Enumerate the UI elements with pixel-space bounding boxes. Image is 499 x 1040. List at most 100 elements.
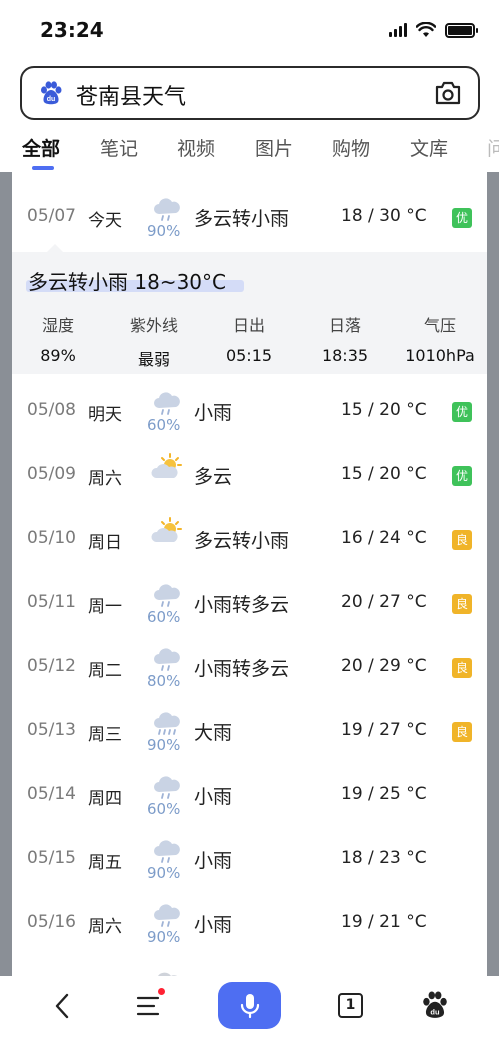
cloud-rain-icon [150, 580, 184, 610]
detail-label: 日落 [328, 316, 361, 335]
detail-sunset: 日落 18:35 [300, 312, 390, 365]
precip-chance: 90% [147, 222, 181, 240]
forecast-row[interactable]: 05/08 明天 60% 小雨 15 / 20 °C 优 [12, 374, 487, 438]
forecast-row[interactable]: 05/11 周一 60% 小雨转多云 20 / 27 °C 良 [12, 566, 487, 630]
forecast-date: 05/10 [27, 528, 76, 548]
forecast-condition: 多云转小雨 [194, 208, 290, 230]
tab-notes[interactable]: 笔记 [100, 134, 138, 161]
forecast-temp: 18 / 23 °C [341, 848, 427, 868]
forecast-condition: 多云 [194, 466, 233, 488]
chevron-left-icon[interactable] [52, 992, 72, 1020]
page-gutter-left [0, 172, 12, 976]
detail-value: 1010hPa [405, 346, 475, 365]
weather-card: 05/07 今天 90% 多云转小雨 18 / 30 °C 优 多云转小雨 18… [12, 172, 487, 976]
forecast-temp: 15 / 20 °C [341, 464, 427, 484]
forecast-day: 周一 [88, 597, 122, 617]
forecast-row[interactable]: 05/14 周四 60% 小雨 19 / 25 °C [12, 758, 487, 822]
tab-library[interactable]: 文库 [410, 134, 448, 161]
forecast-row[interactable]: 05/16 周六 90% 小雨 19 / 21 °C [12, 886, 487, 950]
bottom-nav: 1 du [0, 976, 499, 1040]
precip-chance: 90% [147, 928, 181, 946]
tab-shopping[interactable]: 购物 [332, 134, 370, 161]
detail-label: 气压 [423, 316, 456, 335]
forecast-temp: 18 / 30 °C [341, 206, 427, 226]
detail-value: 05:15 [225, 346, 273, 365]
cloud-rain-icon [150, 194, 184, 224]
forecast-date: 05/13 [27, 720, 76, 740]
forecast-condition: 大雨 [194, 722, 233, 744]
wifi-icon [416, 22, 436, 37]
tab-ask[interactable]: 问 [487, 134, 499, 161]
forecast-condition: 小雨 [194, 402, 233, 424]
svg-text:du: du [430, 1008, 440, 1017]
forecast-condition: 多云转小雨 [194, 530, 290, 552]
aqi-badge: 良 [452, 594, 472, 614]
today-row[interactable]: 05/07 今天 90% 多云转小雨 18 / 30 °C 优 [12, 180, 487, 244]
forecast-day: 周六 [88, 917, 122, 937]
search-query[interactable]: 苍南县天气 [76, 79, 186, 111]
forecast-row[interactable]: 05/17周日阴20 / 25 °C [12, 950, 487, 976]
camera-icon[interactable] [434, 80, 462, 106]
aqi-badge: 良 [452, 722, 472, 742]
baidu-paw-icon: du [41, 81, 62, 105]
status-icons [389, 22, 478, 38]
precip-chance: 90% [147, 864, 181, 882]
forecast-row[interactable]: 05/15 周五 90% 小雨 18 / 23 °C [12, 822, 487, 886]
cellular-signal-icon [389, 23, 407, 37]
detail-humidity: 湿度 89% [13, 312, 103, 365]
aqi-badge: 优 [452, 208, 472, 228]
forecast-condition: 小雨转多云 [194, 658, 290, 680]
precip-chance: 60% [147, 800, 181, 818]
tabs-count-button[interactable]: 1 [338, 993, 363, 1018]
overcast-icon [150, 964, 184, 976]
status-bar: 23:24 [0, 0, 499, 60]
aqi-badge: 优 [452, 466, 472, 486]
tab-all[interactable]: 全部 [22, 134, 60, 161]
forecast-day: 周二 [88, 661, 122, 681]
precip-chance: 60% [147, 608, 181, 626]
forecast-date: 05/08 [27, 400, 76, 420]
precip-chance: 90% [147, 736, 181, 754]
voice-search-button[interactable] [218, 982, 281, 1029]
aqi-badge: 良 [452, 530, 472, 550]
forecast-date: 05/14 [27, 784, 76, 804]
forecast-day: 周五 [88, 853, 122, 873]
baidu-paw-icon[interactable]: du [421, 990, 449, 1020]
detail-label: 日出 [232, 316, 265, 335]
forecast-temp: 19 / 27 °C [341, 720, 427, 740]
forecast-row[interactable]: 05/13 周三 90% 大雨 19 / 27 °C 良 [12, 694, 487, 758]
menu-icon[interactable] [136, 994, 162, 1018]
forecast-row[interactable]: 05/09 周六 多云 15 / 20 °C 优 [12, 438, 487, 502]
tab-videos[interactable]: 视频 [177, 134, 215, 161]
cloud-rain-icon [150, 836, 184, 866]
tab-images[interactable]: 图片 [255, 134, 293, 161]
page-gutter-right [487, 172, 499, 976]
forecast-date: 05/12 [27, 656, 76, 676]
forecast-date: 05/09 [27, 464, 76, 484]
forecast-condition: 小雨 [194, 850, 233, 872]
detail-sunrise: 日出 05:15 [204, 312, 294, 365]
forecast-row[interactable]: 05/12 周二 80% 小雨转多云 20 / 29 °C 良 [12, 630, 487, 694]
detail-title: 多云转小雨 18~30°C [28, 270, 226, 294]
precip-chance: 60% [147, 416, 181, 434]
cloud-rain-icon [150, 388, 184, 418]
forecast-day: 今天 [88, 211, 122, 231]
microphone-icon [240, 994, 260, 1019]
detail-uv: 紫外线 最弱 [109, 312, 199, 370]
battery-icon [445, 22, 478, 38]
cloud-rain-icon [150, 644, 184, 674]
heavy-rain-icon [150, 708, 184, 738]
forecast-day: 明天 [88, 405, 122, 425]
partly-cloudy-icon [150, 452, 184, 482]
aqi-badge: 良 [452, 658, 472, 678]
search-box[interactable]: du 苍南县天气 [20, 66, 480, 120]
notification-dot [158, 988, 165, 995]
forecast-date: 05/11 [27, 592, 76, 612]
forecast-condition: 小雨转多云 [194, 594, 290, 616]
detail-value: 89% [40, 346, 76, 365]
detail-value: 最弱 [137, 350, 170, 369]
forecast-date: 05/07 [27, 206, 76, 226]
forecast-row[interactable]: 05/10 周日 多云转小雨 16 / 24 °C 良 [12, 502, 487, 566]
forecast-date: 05/15 [27, 848, 76, 868]
detail-label: 湿度 [41, 316, 74, 335]
